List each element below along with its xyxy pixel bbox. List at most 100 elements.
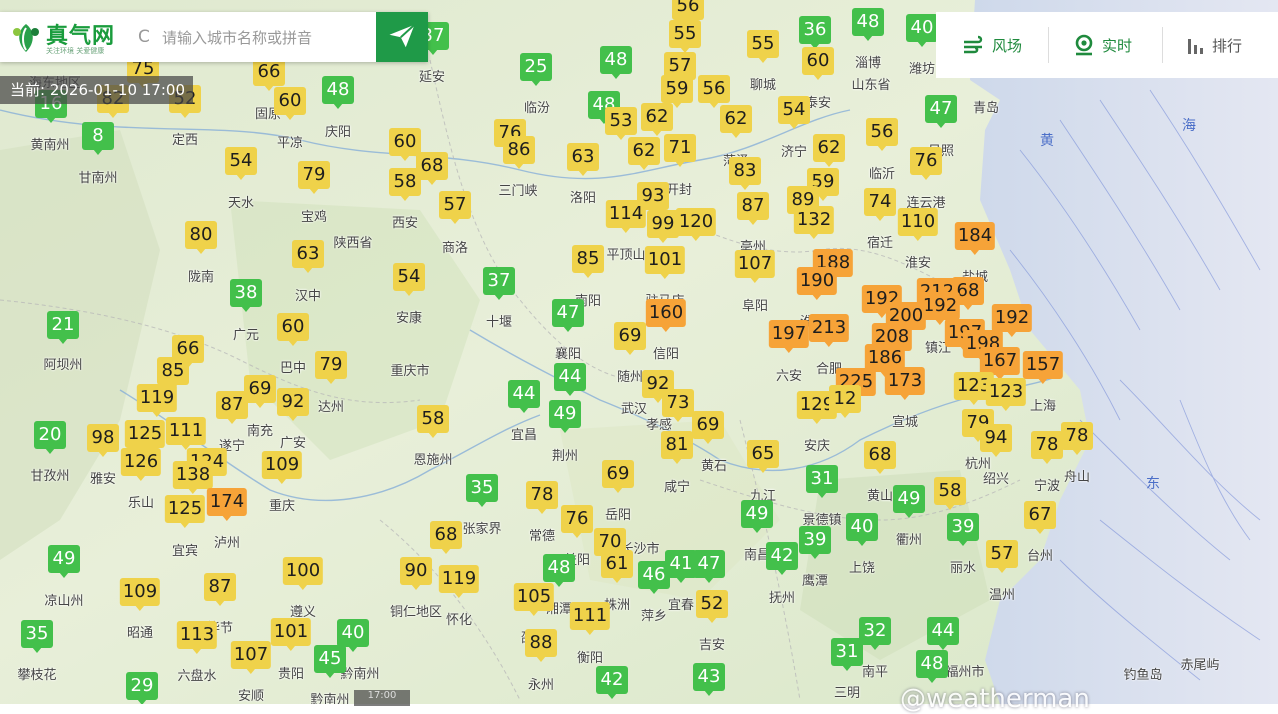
aqi-marker[interactable]: 113: [176, 621, 218, 649]
aqi-marker[interactable]: 110: [897, 208, 939, 236]
aqi-marker[interactable]: 43: [693, 663, 725, 691]
aqi-marker[interactable]: 71: [664, 134, 696, 162]
aqi-marker[interactable]: 42: [766, 542, 798, 570]
aqi-marker[interactable]: 49: [893, 485, 925, 513]
aqi-marker[interactable]: 63: [567, 143, 599, 171]
aqi-marker[interactable]: 160: [645, 299, 687, 327]
aqi-marker[interactable]: 107: [734, 250, 776, 278]
aqi-marker[interactable]: 98: [87, 424, 119, 452]
aqi-marker[interactable]: 44: [554, 363, 586, 391]
aqi-marker[interactable]: 87: [204, 573, 236, 601]
aqi-marker[interactable]: 47: [925, 95, 957, 123]
aqi-marker[interactable]: 52: [696, 590, 728, 618]
tab-wind[interactable]: 风场: [962, 12, 1022, 78]
aqi-marker[interactable]: 12: [829, 385, 861, 413]
aqi-marker[interactable]: 40: [337, 619, 369, 647]
aqi-marker[interactable]: 73: [662, 389, 694, 417]
aqi-marker[interactable]: 59: [661, 75, 693, 103]
aqi-map[interactable]: 延安聊城淄博潍坊山东省临汾泰安青岛海东地区固原庆阳平凉定西黄南州济宁日照甘南州三…: [0, 0, 1278, 704]
aqi-marker[interactable]: 213: [808, 314, 850, 342]
aqi-marker[interactable]: 79: [315, 351, 347, 379]
aqi-marker[interactable]: 87: [216, 391, 248, 419]
aqi-marker[interactable]: 119: [136, 384, 178, 412]
aqi-marker[interactable]: 44: [927, 617, 959, 645]
aqi-marker[interactable]: 69: [614, 322, 646, 350]
aqi-marker[interactable]: 107: [230, 641, 272, 669]
city-search-input[interactable]: [160, 20, 374, 56]
aqi-marker[interactable]: 90: [400, 557, 432, 585]
aqi-marker[interactable]: 80: [185, 221, 217, 249]
search-submit-button[interactable]: [376, 12, 428, 62]
aqi-marker[interactable]: 42: [596, 666, 628, 694]
tab-realtime[interactable]: 实时: [1072, 12, 1132, 78]
aqi-marker[interactable]: 57: [986, 540, 1018, 568]
aqi-marker[interactable]: 125: [124, 420, 166, 448]
aqi-marker[interactable]: 47: [552, 299, 584, 327]
aqi-marker[interactable]: 62: [628, 137, 660, 165]
aqi-marker[interactable]: 69: [244, 375, 276, 403]
aqi-marker[interactable]: 88: [525, 629, 557, 657]
aqi-marker[interactable]: 120: [675, 208, 717, 236]
aqi-marker[interactable]: 62: [813, 134, 845, 162]
aqi-marker[interactable]: 56: [866, 118, 898, 146]
aqi-marker[interactable]: 74: [864, 188, 896, 216]
aqi-marker[interactable]: 57: [439, 191, 471, 219]
aqi-marker[interactable]: 123: [985, 378, 1027, 406]
aqi-marker[interactable]: 111: [569, 602, 611, 630]
aqi-marker[interactable]: 78: [526, 481, 558, 509]
aqi-marker[interactable]: 76: [561, 505, 593, 533]
aqi-marker[interactable]: 192: [991, 304, 1033, 332]
aqi-marker[interactable]: 81: [661, 431, 693, 459]
aqi-marker[interactable]: 48: [600, 46, 632, 74]
aqi-marker[interactable]: 29: [126, 672, 158, 700]
logo[interactable]: 真气网 关注环境 关爱健康: [8, 18, 128, 58]
aqi-marker[interactable]: 192: [919, 292, 961, 320]
aqi-marker[interactable]: 109: [119, 578, 161, 606]
aqi-marker[interactable]: 184: [954, 222, 996, 250]
aqi-marker[interactable]: 69: [602, 460, 634, 488]
aqi-marker[interactable]: 48: [852, 8, 884, 36]
aqi-marker[interactable]: 48: [916, 650, 948, 678]
aqi-marker[interactable]: 62: [641, 103, 673, 131]
aqi-marker[interactable]: 114: [605, 200, 647, 228]
aqi-marker[interactable]: 55: [669, 20, 701, 48]
aqi-marker[interactable]: 56: [698, 75, 730, 103]
aqi-marker[interactable]: 69: [692, 411, 724, 439]
aqi-marker[interactable]: 87: [737, 192, 769, 220]
aqi-marker[interactable]: 60: [277, 313, 309, 341]
aqi-marker[interactable]: 85: [157, 357, 189, 385]
aqi-marker[interactable]: 157: [1022, 351, 1064, 379]
aqi-marker[interactable]: 48: [543, 554, 575, 582]
aqi-marker[interactable]: 20: [34, 421, 66, 449]
aqi-marker[interactable]: 25: [520, 53, 552, 81]
aqi-marker[interactable]: 54: [393, 263, 425, 291]
aqi-marker[interactable]: 31: [831, 638, 863, 666]
aqi-marker[interactable]: 66: [253, 58, 285, 86]
aqi-marker[interactable]: 62: [720, 105, 752, 133]
aqi-marker[interactable]: 101: [644, 246, 686, 274]
aqi-marker[interactable]: 78: [1061, 422, 1093, 450]
aqi-marker[interactable]: 79: [298, 161, 330, 189]
aqi-marker[interactable]: 138: [172, 461, 214, 489]
aqi-marker[interactable]: 56: [672, 0, 704, 20]
aqi-marker[interactable]: 32: [859, 617, 891, 645]
aqi-marker[interactable]: 55: [747, 30, 779, 58]
aqi-marker[interactable]: 101: [270, 618, 312, 646]
aqi-marker[interactable]: 40: [906, 14, 938, 42]
aqi-marker[interactable]: 45: [314, 645, 346, 673]
aqi-marker[interactable]: 126: [120, 448, 162, 476]
aqi-marker[interactable]: 48: [322, 76, 354, 104]
aqi-marker[interactable]: 86: [503, 136, 535, 164]
aqi-marker[interactable]: 111: [165, 417, 207, 445]
aqi-marker[interactable]: 105: [513, 583, 555, 611]
aqi-marker[interactable]: 197: [768, 320, 810, 348]
aqi-marker[interactable]: 54: [778, 96, 810, 124]
aqi-marker[interactable]: 92: [277, 388, 309, 416]
aqi-marker[interactable]: 54: [225, 147, 257, 175]
aqi-marker[interactable]: 31: [806, 465, 838, 493]
aqi-marker[interactable]: 63: [292, 240, 324, 268]
aqi-marker[interactable]: 78: [1031, 431, 1063, 459]
aqi-marker[interactable]: 58: [389, 168, 421, 196]
aqi-marker[interactable]: 190: [796, 267, 838, 295]
aqi-marker[interactable]: 68: [430, 521, 462, 549]
